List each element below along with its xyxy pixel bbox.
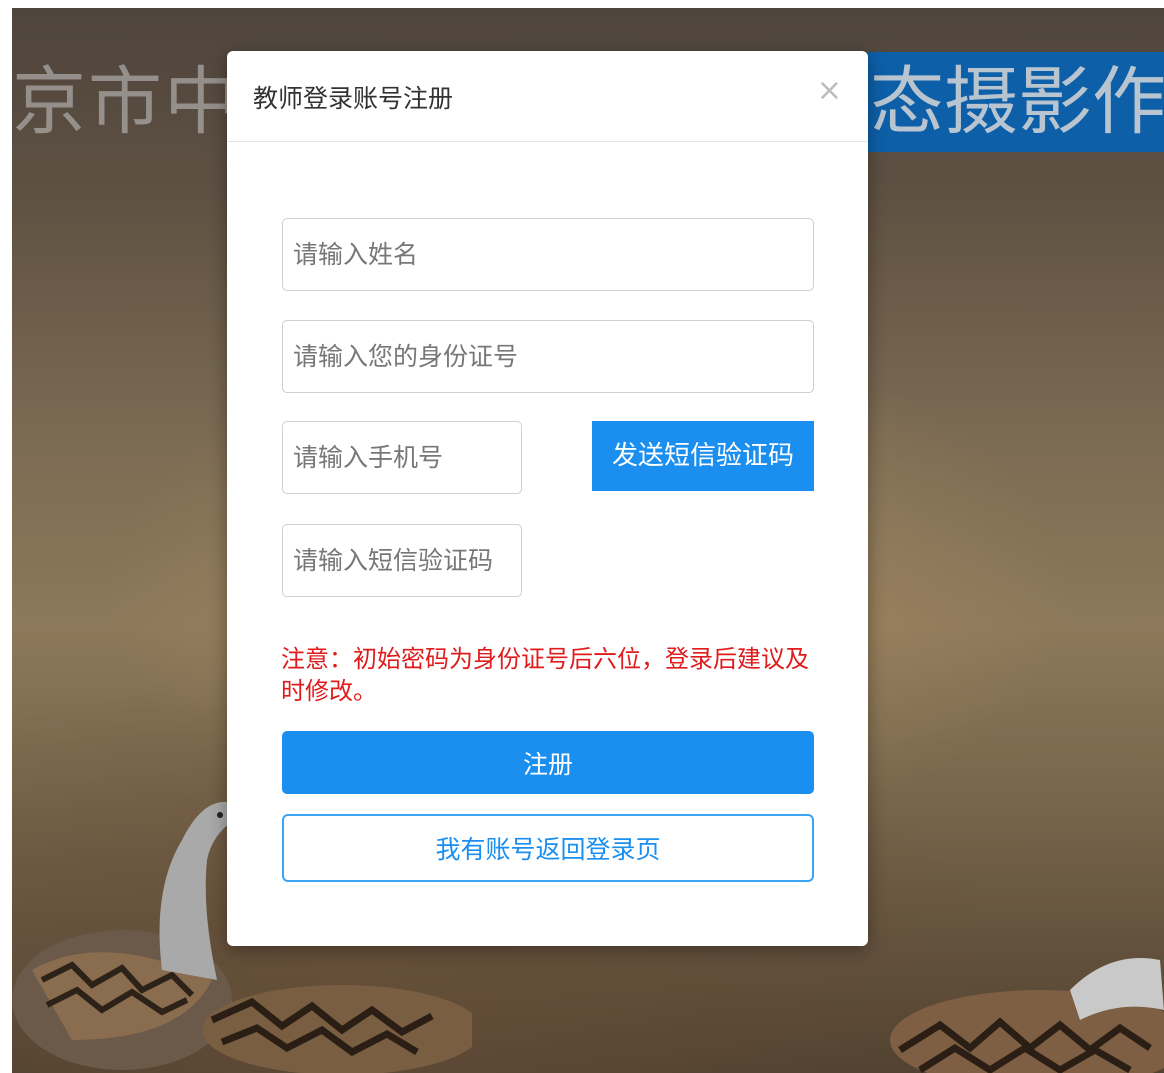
modal-title: 教师登录账号注册 xyxy=(253,84,454,113)
phone-input[interactable] xyxy=(282,421,522,494)
close-icon[interactable]: × xyxy=(817,76,842,106)
page: 京市中小 态摄影作品 教师登录账号注册 × 发送短信验证码 注意：初始密码为身份… xyxy=(0,0,1164,1073)
password-notice: 注意：初始密码为身份证号后六位，登录后建议及时修改。 xyxy=(281,645,809,705)
sms-code-input[interactable] xyxy=(282,524,522,597)
modal-header: 教师登录账号注册 × xyxy=(227,51,868,142)
name-input[interactable] xyxy=(282,218,814,291)
banner-title-right-text: 态摄影作品 xyxy=(870,59,1164,145)
register-modal: 教师登录账号注册 × 发送短信验证码 注意：初始密码为身份证号后六位，登录后建议… xyxy=(227,51,868,946)
id-number-input[interactable] xyxy=(282,320,814,393)
send-sms-code-button[interactable]: 发送短信验证码 xyxy=(592,421,814,491)
back-to-login-button[interactable]: 我有账号返回登录页 xyxy=(282,814,814,882)
register-button[interactable]: 注册 xyxy=(282,731,814,794)
banner-title-right: 态摄影作品 xyxy=(868,52,1164,152)
bird-illustration-right xyxy=(890,958,1164,1073)
